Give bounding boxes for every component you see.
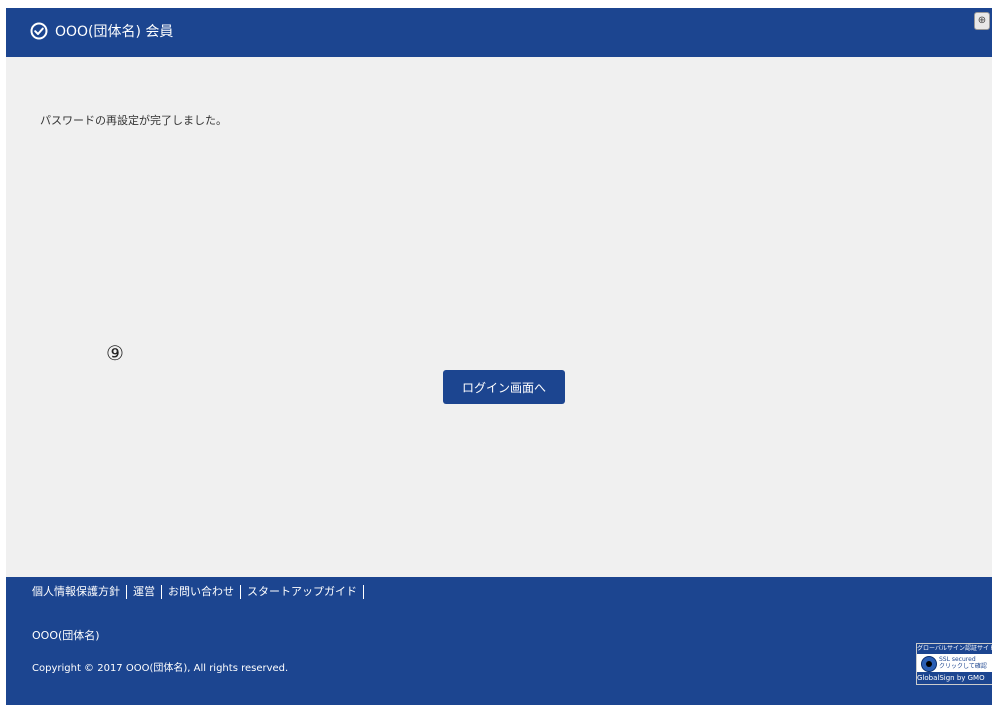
footer-links: 個人情報保護方針 運営 お問い合わせ スタートアップガイド <box>32 585 364 599</box>
step-marker: ⑨ <box>106 341 124 365</box>
seal-eye-icon <box>921 656 937 672</box>
footer-link-contact[interactable]: お問い合わせ <box>162 585 241 599</box>
footer-org-name: OOO(団体名) <box>32 629 100 642</box>
seal-mid-text: SSL secured クリックして確認 <box>939 656 987 670</box>
check-circle-icon <box>30 22 48 40</box>
footer-link-privacy-policy[interactable]: 個人情報保護方針 <box>32 585 127 599</box>
login-screen-button[interactable]: ログイン画面へ <box>443 370 565 404</box>
page-frame: OOO(団体名) 会員 ⊕ パスワードの再設定が完了しました。 ⑨ ログイン画面… <box>6 8 992 705</box>
header-bar: OOO(団体名) 会員 <box>6 8 992 57</box>
copyright-text: Copyright © 2017 OOO(団体名), All rights re… <box>32 663 289 674</box>
seal-mid-text-1: SSL secured <box>939 656 976 663</box>
completion-message: パスワードの再設定が完了しました。 <box>40 114 227 127</box>
globalsign-ssl-seal[interactable]: グローバルサイン認証サイト SSL secured クリックして確認 Globa… <box>916 643 992 685</box>
seal-bottom-text: GlobalSign by GMO <box>917 672 992 684</box>
seal-middle: SSL secured クリックして確認 <box>917 654 992 672</box>
footer-link-operation[interactable]: 運営 <box>127 585 162 599</box>
footer: 個人情報保護方針 運営 お問い合わせ スタートアップガイド OOO(団体名) C… <box>6 577 992 705</box>
seal-top-text: グローバルサイン認証サイト <box>917 644 992 654</box>
footer-link-startup-guide[interactable]: スタートアップガイド <box>241 585 364 599</box>
header-title[interactable]: OOO(団体名) 会員 <box>55 22 173 42</box>
seal-mid-text-2: クリックして確認 <box>939 663 987 670</box>
plugin-icon[interactable]: ⊕ <box>974 12 990 30</box>
